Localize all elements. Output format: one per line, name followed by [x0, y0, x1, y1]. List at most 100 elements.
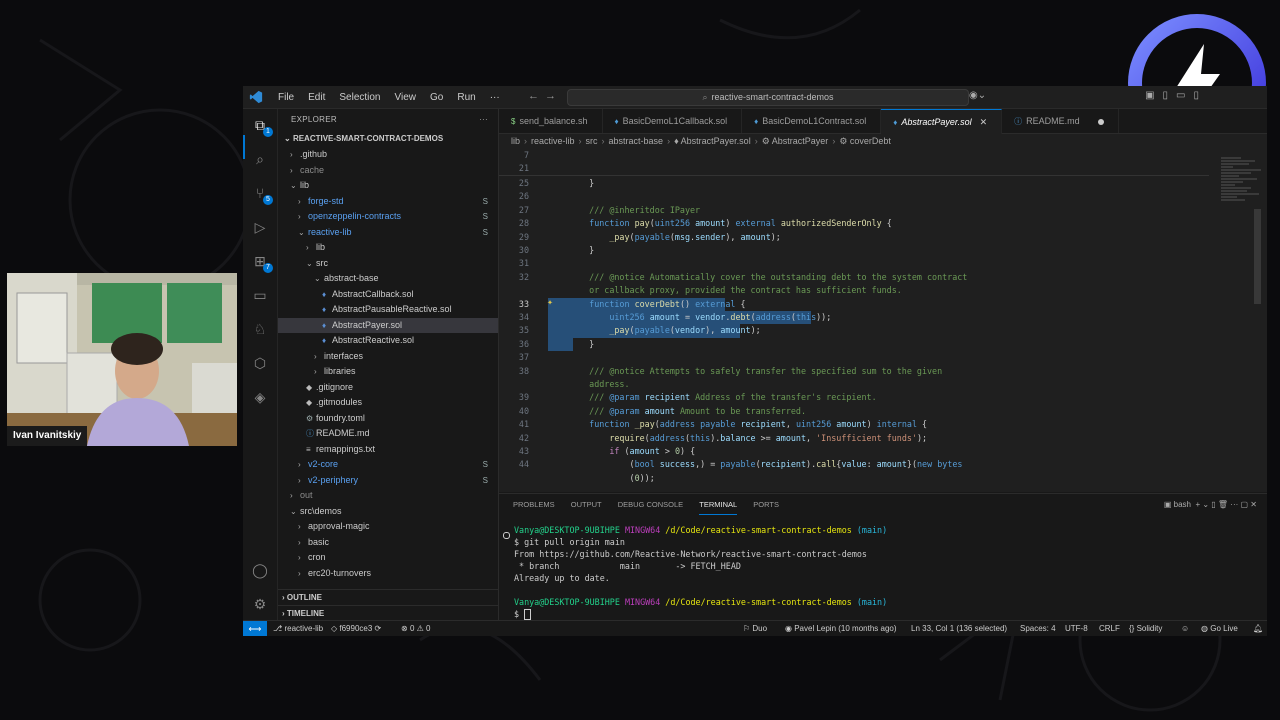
- folder-item[interactable]: › cron: [278, 550, 498, 566]
- file-item[interactable]: ♦ AbstractCallback.sol: [278, 287, 498, 303]
- file-item[interactable]: ⚙ foundry.toml: [278, 411, 498, 427]
- go-live-button[interactable]: ◍ Go Live: [1201, 621, 1238, 636]
- menu-go[interactable]: Go: [430, 92, 443, 103]
- extensions-icon[interactable]: ⊞ 7: [252, 253, 273, 273]
- encoding[interactable]: UTF-8: [1065, 621, 1088, 636]
- terminal-controls[interactable]: ▣ bash + ⌄ ▯ 🗑 ··· ▢ ✕: [1164, 494, 1257, 516]
- folder-item[interactable]: › out: [278, 488, 498, 504]
- docker-icon[interactable]: ⬡: [252, 355, 268, 371]
- workspace-root[interactable]: ⌄ REACTIVE-SMART-CONTRACT-DEMOS: [278, 131, 498, 147]
- file-item[interactable]: ◆ .gitignore: [278, 380, 498, 396]
- file-item[interactable]: ♦ AbstractReactive.sol: [278, 333, 498, 349]
- account-icon[interactable]: ◯: [252, 562, 268, 578]
- nav-back-forward-icon[interactable]: ←→: [528, 90, 562, 102]
- breadcrumb-item[interactable]: abstract-base: [609, 136, 664, 146]
- python-icon[interactable]: ◈: [252, 389, 268, 405]
- editor-tab[interactable]: ♦ BasicDemoL1Callback.sol: [603, 109, 743, 133]
- active-indicator: [243, 135, 245, 159]
- terminal-output[interactable]: Vanya@DESKTOP-9UBIHPE MINGW64 /d/Code/re…: [514, 524, 887, 620]
- search-icon[interactable]: ⌕: [252, 151, 268, 167]
- unsaved-dot-icon[interactable]: [1097, 118, 1104, 125]
- folder-item[interactable]: › lib: [278, 240, 498, 256]
- minimap[interactable]: [1215, 149, 1267, 492]
- menu-edit[interactable]: Edit: [308, 92, 325, 103]
- menu-more[interactable]: ···: [490, 92, 500, 103]
- code-action-lightbulb-icon[interactable]: ✦: [547, 297, 553, 308]
- editor-tab[interactable]: $ send_balance.sh: [499, 109, 603, 133]
- tab-output[interactable]: OUTPUT: [571, 494, 602, 516]
- breadcrumb-item[interactable]: src: [586, 136, 598, 146]
- timeline-section[interactable]: › TIMELINE: [278, 605, 498, 621]
- folder-item[interactable]: › v2-periphery S: [278, 473, 498, 489]
- language-mode[interactable]: {} Solidity: [1129, 621, 1162, 636]
- editor-tab[interactable]: ⓘ README.md: [1002, 109, 1119, 133]
- explorer-icon[interactable]: ⧉ 1: [252, 117, 273, 137]
- breadcrumb-item[interactable]: lib: [511, 136, 520, 146]
- tab-debug-console[interactable]: DEBUG CONSOLE: [618, 494, 683, 516]
- folder-item[interactable]: › forge-std S: [278, 194, 498, 210]
- folder-item[interactable]: › erc20-turnovers: [278, 566, 498, 582]
- menu-run[interactable]: Run: [457, 92, 475, 103]
- line-ending[interactable]: CRLF: [1099, 621, 1120, 636]
- submodule-flag: S: [482, 227, 488, 237]
- breadcrumb-item[interactable]: reactive-lib: [531, 136, 575, 146]
- breadcrumb-item[interactable]: ⚙ coverDebt: [839, 136, 891, 146]
- line-number: 26: [518, 191, 529, 202]
- gear-icon[interactable]: ⚙: [252, 596, 268, 612]
- tab-terminal[interactable]: TERMINAL: [699, 496, 738, 515]
- menu-view[interactable]: View: [395, 92, 417, 103]
- folder-item[interactable]: › approval-magic: [278, 519, 498, 535]
- folder-item[interactable]: › v2-core S: [278, 457, 498, 473]
- cursor-position[interactable]: Ln 33, Col 1 (136 selected): [911, 621, 1007, 636]
- file-item[interactable]: ◆ .gitmodules: [278, 395, 498, 411]
- folder-item[interactable]: ⌄ abstract-base: [278, 271, 498, 287]
- layout-controls-icon[interactable]: ▣▯▭▯: [1145, 90, 1207, 101]
- command-decoration-icon: [503, 532, 510, 539]
- file-item[interactable]: ♦ AbstractPausableReactive.sol: [278, 302, 498, 318]
- folder-item[interactable]: ⌄ src: [278, 256, 498, 272]
- indentation[interactable]: Spaces: 4: [1020, 621, 1056, 636]
- editor-tab[interactable]: ♦ BasicDemoL1Contract.sol: [742, 109, 882, 133]
- folder-item[interactable]: ⌄ reactive-lib S: [278, 225, 498, 241]
- folder-item[interactable]: › interfaces: [278, 349, 498, 365]
- folder-item[interactable]: › openzeppelin-contracts S: [278, 209, 498, 225]
- breadcrumb-item[interactable]: ♦ AbstractPayer.sol: [674, 136, 751, 146]
- breadcrumb-item[interactable]: ⚙ AbstractPayer: [762, 136, 829, 146]
- commit-status[interactable]: ◇ f6990ce3 ⟳: [331, 621, 381, 636]
- code-line: 25 }: [499, 177, 1219, 190]
- duo-status[interactable]: ⚐ Duo: [743, 621, 767, 636]
- folder-item[interactable]: ⌄ src\demos: [278, 504, 498, 520]
- menu-selection[interactable]: Selection: [339, 92, 380, 103]
- blame-status[interactable]: ◉ Pavel Lepin (10 months ago): [785, 621, 897, 636]
- tab-problems[interactable]: PROBLEMS: [513, 494, 555, 516]
- more-actions-icon[interactable]: ···: [479, 109, 488, 131]
- run-debug-icon[interactable]: ▷: [252, 219, 268, 235]
- close-icon[interactable]: ✕: [980, 117, 988, 127]
- menu-file[interactable]: File: [278, 92, 294, 103]
- outline-section[interactable]: › OUTLINE: [278, 589, 498, 605]
- problems-status[interactable]: ⊗ 0 ⚠ 0: [401, 621, 430, 636]
- editor-tab[interactable]: ♦ AbstractPayer.sol ✕: [881, 109, 1003, 134]
- folder-item[interactable]: › basic: [278, 535, 498, 551]
- source-control-icon[interactable]: ⑂ 5: [252, 185, 273, 205]
- command-center[interactable]: ⌕ reactive-smart-contract-demos: [567, 89, 969, 106]
- branch-status[interactable]: ⎇ reactive-lib: [273, 621, 323, 636]
- gitlab-icon[interactable]: ♘: [252, 321, 268, 337]
- remote-explorer-icon[interactable]: ▭: [252, 287, 268, 303]
- folder-item[interactable]: › libraries: [278, 364, 498, 380]
- notifications-icon[interactable]: 🔔︎: [1253, 621, 1263, 636]
- folder-item[interactable]: › .github: [278, 147, 498, 163]
- file-item[interactable]: ♦ AbstractPayer.sol: [278, 317, 498, 333]
- code-token: /// @notice Attempts to safely transfer …: [569, 365, 943, 376]
- file-item[interactable]: ≡ remappings.txt: [278, 442, 498, 458]
- folder-item[interactable]: › cache: [278, 163, 498, 179]
- editor-scrollbar[interactable]: [1254, 209, 1261, 304]
- folder-item[interactable]: ⌄ lib: [278, 178, 498, 194]
- tab-ports[interactable]: PORTS: [753, 494, 779, 516]
- copilot-status-icon[interactable]: ☺: [1181, 621, 1189, 636]
- copilot-icon[interactable]: ◉⌄: [969, 90, 986, 101]
- file-item[interactable]: ⓘ README.md: [278, 426, 498, 442]
- remote-indicator-icon[interactable]: ⟷: [243, 621, 267, 636]
- code-editor[interactable]: 7 21 25 } 26 27 /// @inheritdoc IPayer 28 f…: [499, 149, 1267, 492]
- code-token: (): [679, 298, 696, 309]
